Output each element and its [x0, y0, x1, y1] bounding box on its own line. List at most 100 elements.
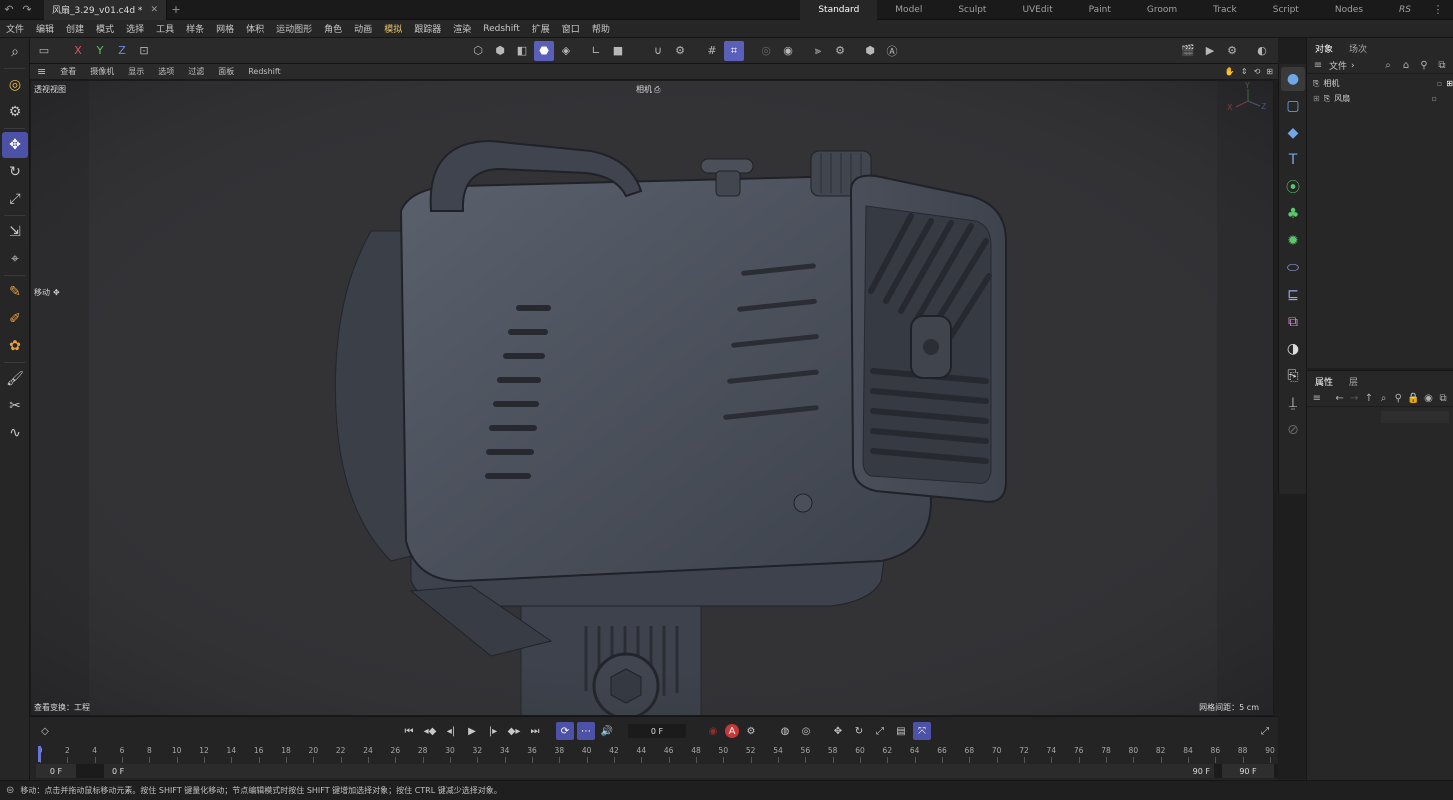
symmetry-settings-icon[interactable]: ⚙	[830, 41, 850, 61]
coord-system-icon[interactable]: ⊡	[134, 41, 154, 61]
knife-tool-icon[interactable]: ✂	[2, 393, 28, 419]
menu-mode[interactable]: 模式	[90, 20, 120, 38]
cube-icon[interactable]: ◆	[1281, 121, 1305, 145]
sculpt-icon[interactable]: ∿	[2, 420, 28, 446]
viewport-menu-options[interactable]: 选项	[151, 66, 181, 77]
next-frame-icon[interactable]: |▸	[484, 722, 502, 740]
effector-icon[interactable]: ✹	[1281, 229, 1305, 253]
render-region-icon[interactable]: 🎬	[1178, 41, 1198, 61]
new-window-icon[interactable]: ⧉	[1435, 59, 1449, 73]
range-slider[interactable]: 0 F 90 F	[104, 764, 1214, 778]
menu-select[interactable]: 选择	[120, 20, 150, 38]
text-icon[interactable]: T	[1281, 148, 1305, 172]
axis-z-button[interactable]: Z	[112, 41, 132, 61]
workplane-grid-icon[interactable]: ⌗	[724, 40, 744, 61]
viewport-menu-filter[interactable]: 过滤	[181, 66, 211, 77]
viewport-menu-view[interactable]: 查看	[53, 66, 83, 77]
grid-icon[interactable]: #	[702, 41, 722, 61]
search-icon[interactable]: ⌕	[1381, 59, 1395, 73]
spline-smooth-icon[interactable]: ✿	[2, 333, 28, 359]
model-mode-icon[interactable]: ⬣	[534, 40, 554, 61]
viewport-menu-display[interactable]: 显示	[121, 66, 151, 77]
menu-character[interactable]: 角色	[318, 20, 348, 38]
autokey-button[interactable]: A	[725, 724, 739, 738]
search-icon[interactable]: ⌕	[2, 39, 28, 65]
camera-tag-icon[interactable]: ⊞	[1446, 79, 1453, 88]
play-icon[interactable]: ▶	[463, 722, 481, 740]
attribute-a-icon[interactable]: Ⓐ	[882, 41, 902, 61]
maximize-view-icon[interactable]: ⊞	[1263, 67, 1278, 76]
visibility-toggle-icon[interactable]: ▫	[1437, 79, 1442, 88]
close-tab-icon[interactable]: ✕	[150, 5, 158, 15]
prev-frame-icon[interactable]: ◂|	[442, 722, 460, 740]
dolly-view-icon[interactable]: ⇕	[1238, 67, 1251, 76]
key-param-icon[interactable]: ↻	[850, 722, 868, 740]
key-pla-icon[interactable]: ⤢	[871, 722, 889, 740]
polygons-mode-icon[interactable]: ◧	[512, 41, 532, 61]
menu-tracker[interactable]: 跟踪器	[408, 20, 447, 38]
sound-icon[interactable]: 🔊	[598, 722, 616, 740]
layout-tab-groom[interactable]: Groom	[1129, 0, 1195, 20]
axis-y-button[interactable]: Y	[90, 41, 110, 61]
prev-key-icon[interactable]: ◂◆	[421, 722, 439, 740]
viewport-menu-camera[interactable]: 摄像机	[83, 66, 121, 77]
render-view-icon[interactable]: ▶	[1200, 41, 1220, 61]
attr-menu-icon[interactable]: ≡	[1311, 392, 1323, 406]
menu-mesh[interactable]: 网格	[210, 20, 240, 38]
fracture-icon[interactable]: ♣	[1281, 202, 1305, 226]
field-icon[interactable]: ⧉	[1281, 310, 1305, 334]
lock-icon[interactable]: 🔒	[1407, 392, 1419, 406]
undo-icon[interactable]: ↶	[0, 1, 18, 19]
light-icon[interactable]: ⍊	[1281, 391, 1305, 415]
transfer-tool-icon[interactable]: ⇲	[2, 219, 28, 245]
document-tab[interactable]: 风扇_3.29_v01.c4d * ✕	[44, 0, 167, 20]
menu-window[interactable]: 窗口	[556, 20, 586, 38]
keyframe-diamond-icon[interactable]: ◇	[36, 722, 54, 740]
brush-icon[interactable]: 🖌	[2, 366, 28, 392]
layout-tab-sculpt[interactable]: Sculpt	[940, 0, 1004, 20]
bend-icon[interactable]: ⊑	[1281, 283, 1305, 307]
snap-settings-icon[interactable]: ⚙	[670, 41, 690, 61]
layout-tab-rs[interactable]: RS	[1381, 0, 1429, 20]
disabled-tool-icon[interactable]: ⊘	[1281, 418, 1305, 442]
spline-sketch-icon[interactable]: ✐	[2, 306, 28, 332]
search-icon[interactable]: ⌕	[1378, 392, 1390, 406]
orbit-view-icon[interactable]: ⟲	[1251, 67, 1264, 76]
axis-mode-icon[interactable]: ∟	[586, 41, 606, 61]
timeline-expand-icon[interactable]: ⤢	[1256, 722, 1274, 740]
new-window-icon[interactable]: ⧉	[1437, 392, 1449, 406]
rotate-tool-icon[interactable]: ↻	[2, 159, 28, 185]
object-row-fan[interactable]: ⊞ ⎘ 风扇 ▫	[1307, 91, 1453, 106]
menu-simulate[interactable]: 模拟	[378, 20, 408, 38]
lock-workplane-icon[interactable]: ◎	[756, 41, 776, 61]
layout-tab-uvedit[interactable]: UVEdit	[1004, 0, 1070, 20]
menu-render[interactable]: 渲染	[447, 20, 477, 38]
tab-layers[interactable]: 层	[1341, 371, 1366, 391]
menu-mograph[interactable]: 运动图形	[270, 20, 318, 38]
pan-view-icon[interactable]: ✋	[1222, 67, 1238, 76]
more-layouts-icon[interactable]: ⋮	[1429, 1, 1447, 19]
key-rotation-icon[interactable]: ◎	[797, 722, 815, 740]
layout-tab-paint[interactable]: Paint	[1071, 0, 1129, 20]
cloner-icon[interactable]: ⦿	[1281, 175, 1305, 199]
object-toggle-icon[interactable]: ⬢	[860, 41, 880, 61]
forward-arrow-icon[interactable]: →	[1348, 392, 1360, 406]
up-arrow-icon[interactable]: ↑	[1363, 392, 1375, 406]
points-mode-icon[interactable]: ⬡	[468, 41, 488, 61]
playback-mode-icon[interactable]: ⋯	[577, 722, 595, 740]
menu-spline[interactable]: 样条	[180, 20, 210, 38]
layout-tab-standard[interactable]: Standard	[800, 0, 878, 20]
deformer-icon[interactable]: ⬭	[1281, 256, 1305, 280]
object-row-camera[interactable]: ⎘ 相机 ▫ ⊞	[1307, 76, 1453, 91]
visibility-toggle-icon[interactable]: ▫	[1432, 94, 1437, 103]
snap-magnet-icon[interactable]: ∪	[648, 41, 668, 61]
motion-tracking-icon[interactable]: ⤧	[913, 722, 931, 740]
symmetry-icon[interactable]: ⫸	[808, 41, 828, 61]
menu-extensions[interactable]: 扩展	[526, 20, 556, 38]
solo-mode-icon[interactable]: ■	[608, 41, 628, 61]
menu-file[interactable]: 文件	[0, 20, 30, 38]
menu-edit[interactable]: 编辑	[30, 20, 60, 38]
back-arrow-icon[interactable]: ←	[1334, 392, 1346, 406]
redo-icon[interactable]: ↷	[18, 1, 36, 19]
object-menu-icon[interactable]: ≡	[1311, 59, 1325, 73]
